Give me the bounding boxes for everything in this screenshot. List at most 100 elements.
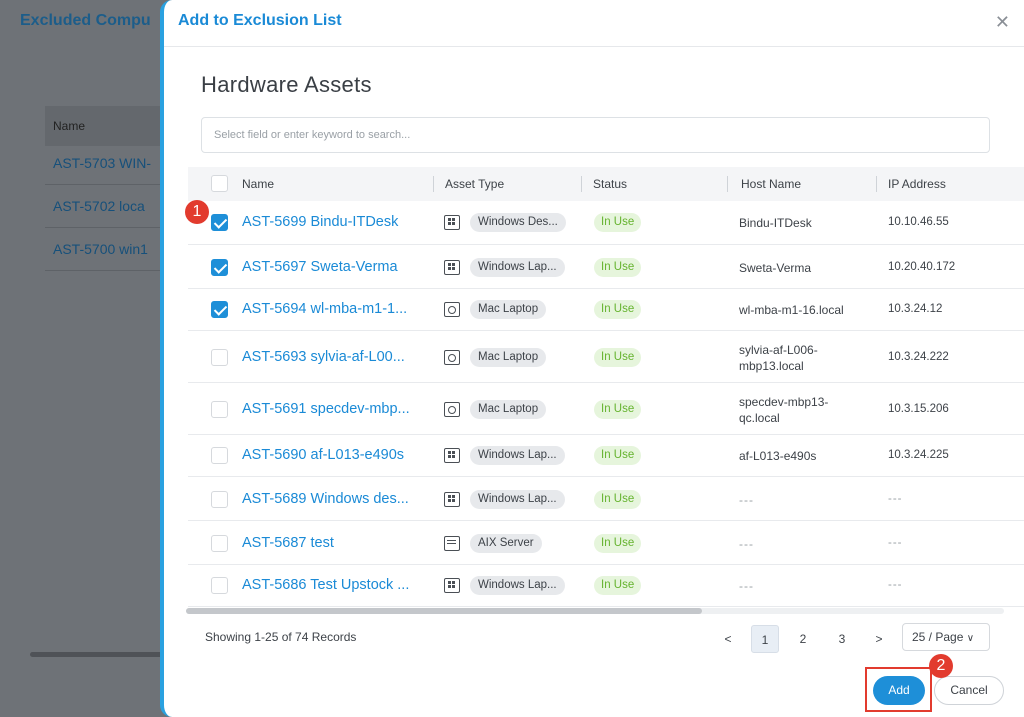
asset-type-badge: Windows Lap... — [470, 446, 565, 465]
host-name-cell: af-L013-e490s — [739, 449, 817, 463]
asset-name-link[interactable]: AST-5687 test — [242, 535, 427, 551]
ip-address-cell: 10.10.46.55 — [888, 216, 949, 228]
ip-address-cell: 10.20.40.172 — [888, 261, 956, 273]
background-scrollbar[interactable] — [30, 652, 180, 657]
table-row[interactable]: AST-5690 af-L013-e490s Windows Lap... In U… — [188, 435, 1024, 477]
status-badge: In Use — [594, 490, 642, 509]
row-checkbox[interactable] — [211, 401, 228, 418]
modal-title: Add to Exclusion List — [178, 12, 342, 29]
ip-address-cell: --- — [888, 579, 903, 591]
row-checkbox[interactable] — [211, 491, 228, 508]
asset-type-badge: Windows Lap... — [470, 576, 565, 595]
asset-type-badge: Mac Laptop — [470, 400, 547, 419]
page-1-button[interactable]: 1 — [751, 625, 779, 653]
asset-name-link[interactable]: AST-5699 Bindu-ITDesk — [242, 214, 427, 230]
row-checkbox[interactable] — [211, 259, 228, 276]
prev-page-button[interactable]: < — [714, 625, 742, 653]
section-title: Hardware Assets — [201, 72, 372, 97]
column-divider — [433, 176, 434, 192]
table-header: Name Asset Type Status Host Name IP Addr… — [188, 167, 1024, 201]
search-input[interactable]: Select field or enter keyword to search.… — [201, 117, 990, 153]
cancel-button[interactable]: Cancel — [934, 676, 1004, 705]
host-name-cell: sylvia-af-L006- mbp13.local — [739, 343, 818, 373]
aix-server-icon — [444, 536, 460, 551]
modal-header: Add to Exclusion List ✕ — [164, 0, 1024, 47]
column-host-name[interactable]: Host Name — [741, 177, 801, 191]
mac-laptop-icon — [444, 350, 460, 365]
table-row[interactable]: AST-5699 Bindu-ITDesk Windows Des... In Us… — [188, 201, 1024, 245]
step-marker-2: 2 — [929, 654, 953, 678]
ip-address-cell: 10.3.24.222 — [888, 351, 949, 363]
row-checkbox[interactable] — [211, 349, 228, 366]
column-name[interactable]: Name — [242, 177, 274, 191]
row-checkbox[interactable] — [211, 577, 228, 594]
windows-laptop-icon — [444, 260, 460, 275]
table-row[interactable]: AST-5686 Test Upstock ... Windows Lap... I… — [188, 565, 1024, 607]
column-divider — [876, 176, 877, 192]
close-icon[interactable]: ✕ — [995, 12, 1010, 33]
mac-laptop-icon — [444, 402, 460, 417]
windows-laptop-icon — [444, 492, 460, 507]
host-name-cell: --- — [739, 537, 754, 551]
column-ip-address[interactable]: IP Address — [888, 177, 946, 191]
page-size-select[interactable]: 25 / Page ∨ — [902, 623, 990, 651]
table-row[interactable]: AST-5687 test AIX Server In Use --- --- — [188, 523, 1024, 565]
ip-address-cell: 10.3.24.225 — [888, 449, 949, 461]
asset-type-badge: Windows Des... — [470, 213, 566, 232]
horizontal-scrollbar[interactable] — [186, 608, 702, 614]
host-name-cell: specdev-mbp13- qc.local — [739, 395, 829, 425]
assets-table: Name Asset Type Status Host Name IP Addr… — [188, 167, 1024, 607]
status-badge: In Use — [594, 348, 642, 367]
windows-laptop-icon — [444, 448, 460, 463]
asset-name-link[interactable]: AST-5686 Test Upstock ... — [242, 577, 427, 593]
chevron-down-icon: ∨ — [966, 633, 975, 644]
step-marker-1: 1 — [185, 200, 209, 224]
records-count: Showing 1-25 of 74 Records — [205, 630, 357, 644]
row-checkbox[interactable] — [211, 214, 228, 231]
asset-type-badge: Mac Laptop — [470, 300, 547, 319]
windows-laptop-icon — [444, 578, 460, 593]
asset-type-badge: AIX Server — [470, 534, 542, 553]
ip-address-cell: --- — [888, 537, 903, 549]
row-checkbox[interactable] — [211, 301, 228, 318]
host-name-cell: Bindu-ITDesk — [739, 216, 812, 230]
status-badge: In Use — [594, 446, 642, 465]
table-row[interactable]: AST-5689 Windows des... Windows Lap... In … — [188, 479, 1024, 521]
page-3-button[interactable]: 3 — [828, 625, 856, 653]
table-row[interactable]: AST-5694 wl-mba-m1-1... Mac Laptop In Use w… — [188, 289, 1024, 331]
host-name-cell: Sweta-Verma — [739, 261, 812, 275]
table-row[interactable]: AST-5691 specdev-mbp... Mac Laptop In Use s… — [188, 385, 1024, 435]
table-row[interactable]: AST-5693 sylvia-af-L00... Mac Laptop In Us… — [188, 333, 1024, 383]
host-name-cell: --- — [739, 493, 754, 507]
row-checkbox[interactable] — [211, 447, 228, 464]
table-row[interactable]: AST-5697 Sweta-Verma Windows Lap... In Use… — [188, 247, 1024, 289]
asset-name-link[interactable]: AST-5693 sylvia-af-L00... — [242, 349, 427, 365]
add-button-highlight — [865, 667, 932, 712]
status-badge: In Use — [594, 300, 642, 319]
page-size-value: 25 / Page — [912, 630, 964, 644]
windows-desktop-icon — [444, 215, 460, 230]
status-badge: In Use — [594, 213, 642, 232]
row-checkbox[interactable] — [211, 535, 228, 552]
mac-laptop-icon — [444, 302, 460, 317]
ip-address-cell: 10.3.24.12 — [888, 303, 943, 315]
asset-type-badge: Windows Lap... — [470, 490, 565, 509]
select-all-checkbox[interactable] — [211, 175, 228, 192]
next-page-button[interactable]: > — [865, 625, 893, 653]
asset-name-link[interactable]: AST-5691 specdev-mbp... — [242, 401, 427, 417]
column-status[interactable]: Status — [593, 177, 627, 191]
column-divider — [581, 176, 582, 192]
ip-address-cell: 10.3.15.206 — [888, 403, 949, 415]
asset-name-link[interactable]: AST-5689 Windows des... — [242, 491, 427, 507]
column-asset-type[interactable]: Asset Type — [445, 177, 504, 191]
asset-name-link[interactable]: AST-5697 Sweta-Verma — [242, 259, 427, 275]
ip-address-cell: --- — [888, 493, 903, 505]
page-2-button[interactable]: 2 — [789, 625, 817, 653]
column-divider — [727, 176, 728, 192]
status-badge: In Use — [594, 400, 642, 419]
status-badge: In Use — [594, 576, 642, 595]
status-badge: In Use — [594, 534, 642, 553]
status-badge: In Use — [594, 258, 642, 277]
asset-name-link[interactable]: AST-5690 af-L013-e490s — [242, 447, 427, 463]
asset-name-link[interactable]: AST-5694 wl-mba-m1-1... — [242, 301, 427, 317]
